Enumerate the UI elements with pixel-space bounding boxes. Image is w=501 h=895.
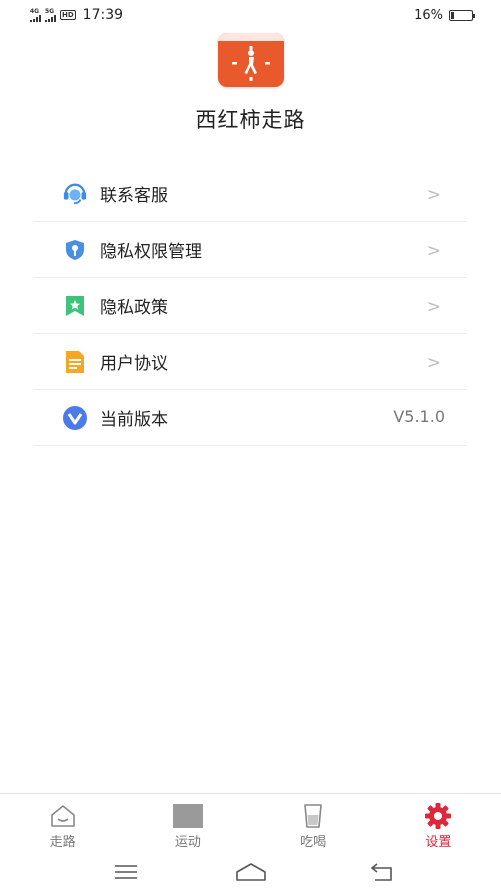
- tab-sport[interactable]: 运动: [125, 794, 250, 853]
- home-icon[interactable]: [234, 861, 268, 883]
- v-badge-icon: [62, 405, 88, 431]
- chevron-right-icon: >: [426, 241, 441, 261]
- battery-icon: [449, 10, 475, 21]
- chevron-right-icon: >: [426, 185, 441, 205]
- headset-icon: [62, 181, 88, 207]
- tab-label: 吃喝: [300, 835, 327, 850]
- hd-badge: HD: [60, 10, 76, 20]
- tab-food[interactable]: 吃喝: [251, 794, 376, 853]
- menu-item-user-agreement[interactable]: 用户协议 >: [34, 334, 467, 390]
- menu-icon[interactable]: [112, 861, 140, 883]
- cup-icon: [298, 803, 328, 829]
- sport-placeholder-icon: [172, 803, 203, 829]
- menu-item-customer-service[interactable]: 联系客服 >: [34, 166, 467, 222]
- version-value: V5.1.0: [393, 407, 445, 426]
- back-icon[interactable]: [368, 861, 396, 883]
- system-nav-bar: [0, 853, 501, 895]
- status-bar: 4G 5G HD 17:39 16%: [0, 0, 501, 30]
- menu-item-label: 隐私政策: [100, 298, 168, 318]
- battery-percent: 16%: [414, 8, 443, 23]
- app-name: 西红柿走路: [195, 108, 306, 132]
- bottom-tab-bar: 走路 运动 吃喝 设置: [0, 793, 501, 853]
- signal-bars-icon: [45, 14, 56, 22]
- menu-item-label: 当前版本: [100, 410, 168, 430]
- signal-bars-icon: [30, 14, 41, 22]
- status-time: 17:39: [82, 7, 124, 23]
- menu-item-current-version: 当前版本 V5.1.0: [34, 390, 467, 446]
- menu-item-label: 联系客服: [100, 186, 168, 206]
- walking-person-clock-icon: [218, 33, 284, 87]
- chevron-right-icon: >: [426, 297, 441, 317]
- house-face-icon: [48, 803, 78, 829]
- gear-icon: [423, 803, 453, 829]
- tab-label: 走路: [49, 835, 76, 850]
- tab-walk[interactable]: 走路: [0, 794, 125, 853]
- tab-settings[interactable]: 设置: [376, 794, 501, 853]
- status-bar-right: 16%: [414, 8, 475, 23]
- signal-4g: 4G: [30, 8, 41, 22]
- tab-label: 运动: [174, 835, 201, 850]
- tab-label: 设置: [425, 835, 452, 850]
- menu-item-label: 用户协议: [100, 354, 168, 374]
- menu-item-privacy-permissions[interactable]: 隐私权限管理 >: [34, 222, 467, 278]
- document-icon: [62, 349, 88, 375]
- signal-5g: 5G: [45, 8, 56, 22]
- status-bar-left: 4G 5G HD 17:39: [30, 7, 123, 23]
- shield-key-icon: [62, 237, 88, 263]
- chevron-right-icon: >: [426, 353, 441, 373]
- menu-item-privacy-policy[interactable]: 隐私政策 >: [34, 278, 467, 334]
- bookmark-star-icon: [62, 293, 88, 319]
- menu-item-label: 隐私权限管理: [100, 242, 202, 262]
- settings-menu: 联系客服 > 隐私权限管理 > 隐私政策 > 用户协议 > 当前版本 V5.1.…: [34, 166, 467, 446]
- battery-fill: [451, 12, 454, 19]
